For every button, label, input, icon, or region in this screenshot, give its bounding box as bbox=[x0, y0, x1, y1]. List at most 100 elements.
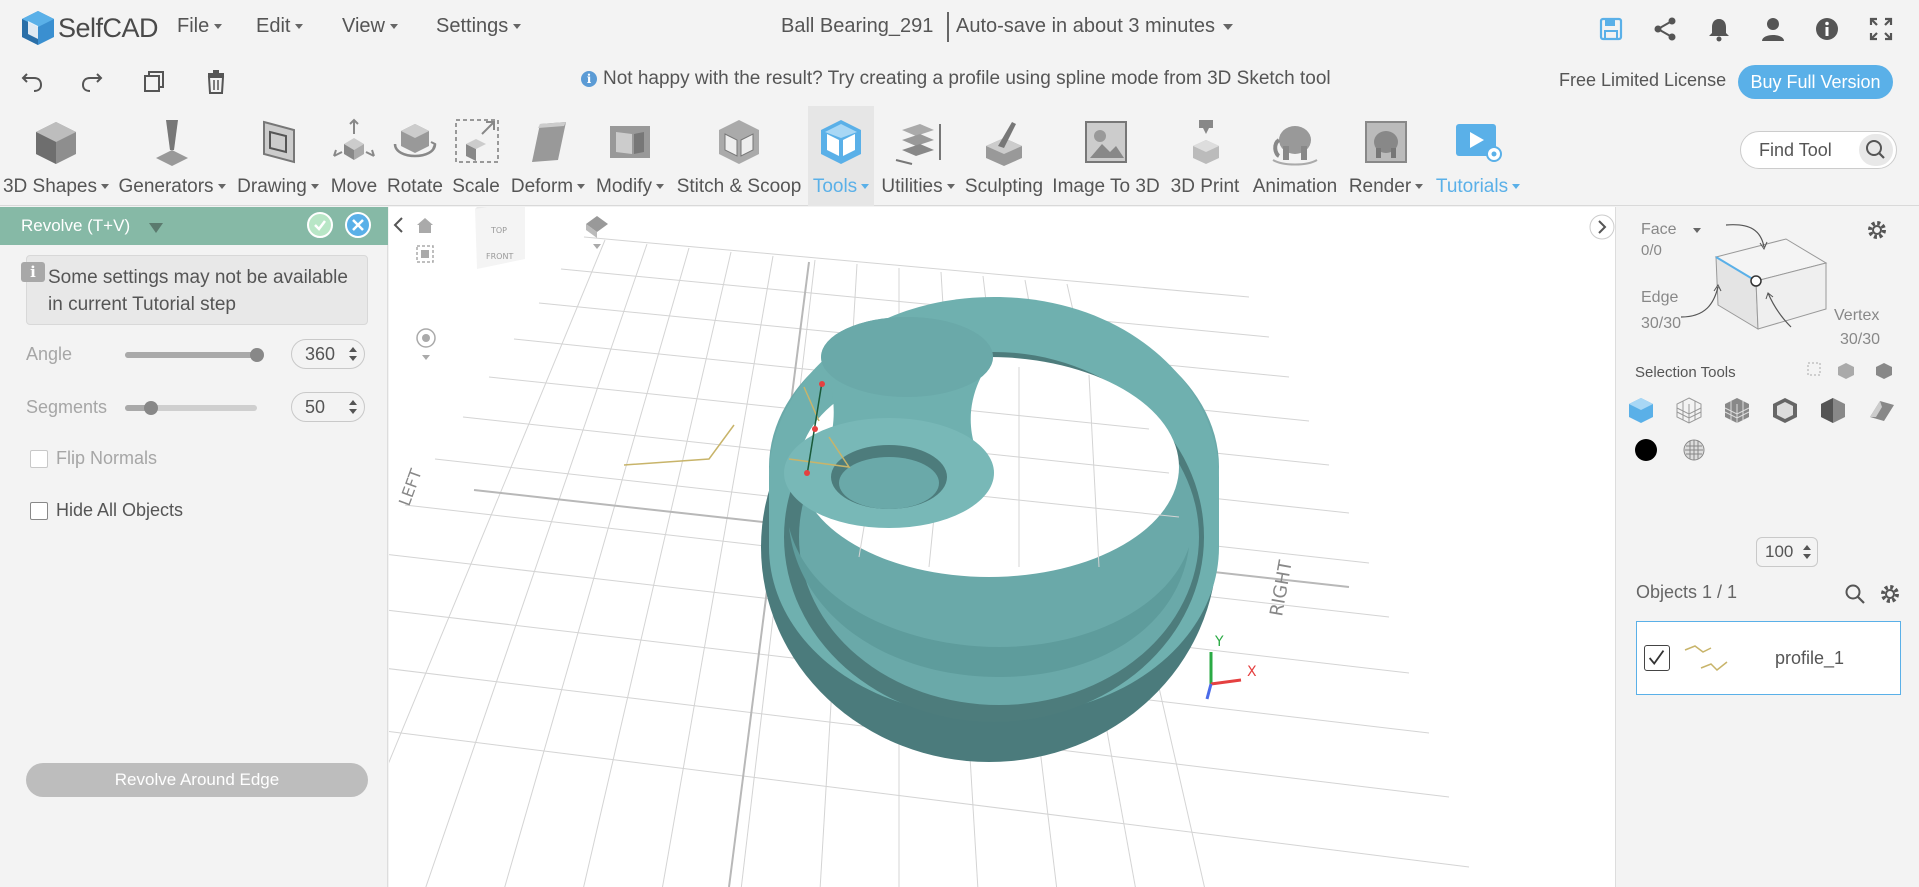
tool-drawing[interactable]: Drawing bbox=[232, 106, 324, 206]
trash-icon[interactable] bbox=[203, 68, 229, 94]
revolve-around-edge-button[interactable]: Revolve Around Edge bbox=[26, 763, 368, 797]
tool-animation[interactable]: Animation bbox=[1246, 106, 1344, 206]
tool-label: 3D Print bbox=[1170, 176, 1240, 197]
gizmo-x-label: X bbox=[1247, 664, 1257, 680]
license-label: Free Limited License bbox=[1559, 70, 1727, 90]
tool-modify[interactable]: Modify bbox=[592, 106, 668, 206]
find-tool-input[interactable] bbox=[1759, 140, 1859, 161]
object-visibility-checkbox[interactable] bbox=[1644, 645, 1670, 671]
gear-icon[interactable] bbox=[1866, 219, 1888, 241]
tool-tools[interactable]: Tools bbox=[808, 106, 874, 206]
collapse-right-panel-icon[interactable] bbox=[1589, 213, 1615, 241]
tool-utilities[interactable]: Utilities bbox=[876, 106, 960, 206]
collapse-left-panel-icon[interactable] bbox=[391, 215, 407, 235]
tool-scale[interactable]: Scale bbox=[448, 106, 504, 206]
undo-icon[interactable] bbox=[19, 68, 45, 94]
save-icon[interactable] bbox=[1598, 16, 1624, 42]
zoom-fit-icon[interactable] bbox=[415, 244, 435, 264]
opacity-spinner[interactable] bbox=[1803, 545, 1811, 559]
face-label[interactable]: Face bbox=[1641, 221, 1677, 239]
fullscreen-icon[interactable] bbox=[1868, 16, 1894, 42]
check-icon bbox=[314, 220, 326, 231]
perspective-icon[interactable] bbox=[582, 212, 612, 252]
tool-image-to-3d[interactable]: Image To 3D bbox=[1048, 106, 1164, 206]
tool-label: Scale bbox=[452, 176, 500, 197]
chevron-down-icon[interactable] bbox=[149, 223, 163, 233]
angle-input[interactable]: 360 bbox=[291, 339, 365, 369]
object-list-item[interactable]: profile_1 bbox=[1636, 621, 1901, 695]
edge-select-icon[interactable] bbox=[1722, 395, 1752, 425]
search-icon[interactable] bbox=[1844, 583, 1866, 605]
hide-all-objects-checkbox[interactable] bbox=[30, 502, 48, 520]
autosave-status[interactable]: Auto-save in about 3 minutes bbox=[956, 15, 1233, 38]
redo-icon[interactable] bbox=[79, 68, 105, 94]
segments-input[interactable]: 50 bbox=[291, 392, 365, 422]
confirm-button[interactable] bbox=[307, 212, 333, 238]
tool-tutorials[interactable]: Tutorials bbox=[1428, 106, 1528, 206]
animation-icon bbox=[1272, 126, 1318, 166]
vertex-select-icon[interactable] bbox=[1770, 395, 1800, 425]
object-name: profile_1 bbox=[1775, 648, 1845, 668]
segments-slider-handle[interactable] bbox=[144, 401, 159, 415]
tool-stitch-scoop[interactable]: Stitch & Scoop bbox=[670, 106, 808, 206]
color-swatch[interactable] bbox=[1633, 437, 1659, 463]
menu-view[interactable]: View bbox=[342, 15, 398, 38]
flip-normals-checkbox[interactable] bbox=[30, 450, 48, 468]
tools-icon bbox=[821, 120, 861, 164]
find-tool-search-button[interactable] bbox=[1859, 134, 1893, 166]
menu-settings[interactable]: Settings bbox=[436, 15, 521, 38]
buy-full-version-button[interactable]: Buy Full Version bbox=[1738, 65, 1893, 99]
vertex-label[interactable]: Vertex bbox=[1834, 307, 1879, 325]
info-icon[interactable] bbox=[1814, 16, 1840, 42]
tool-generators[interactable]: Generators bbox=[114, 106, 230, 206]
tool-move[interactable]: Move bbox=[326, 106, 382, 206]
tool-render[interactable]: Render bbox=[1346, 106, 1426, 206]
texture-icon[interactable] bbox=[1681, 437, 1707, 463]
selection-options[interactable] bbox=[1806, 359, 1906, 379]
opacity-input[interactable]: 100 bbox=[1756, 537, 1818, 567]
angle-slider-handle[interactable] bbox=[250, 348, 264, 362]
viewport-canvas[interactable]: LEFT RIGHT TOP FRONT Y X bbox=[389, 207, 1615, 887]
search-icon bbox=[1866, 140, 1885, 159]
selfcad-logo[interactable]: SelfCAD bbox=[20, 8, 159, 48]
edge-label[interactable]: Edge bbox=[1641, 289, 1678, 307]
menu-file[interactable]: File bbox=[177, 15, 222, 38]
tool-label: 3D Shapes bbox=[3, 176, 109, 197]
user-icon[interactable] bbox=[1760, 16, 1786, 42]
segments-spinner[interactable] bbox=[349, 400, 357, 414]
find-tool-box[interactable] bbox=[1740, 131, 1897, 169]
camera-orbit-icon[interactable] bbox=[415, 327, 437, 363]
angle-spinner[interactable] bbox=[349, 347, 357, 361]
cancel-button[interactable] bbox=[345, 212, 371, 238]
segments-label: Segments bbox=[26, 397, 108, 417]
menu-edit[interactable]: Edit bbox=[256, 15, 303, 38]
selection-mode-diagram[interactable] bbox=[1676, 217, 1846, 357]
plane-select-icon[interactable] bbox=[1866, 395, 1896, 425]
angle-label: Angle bbox=[26, 344, 73, 364]
angle-slider[interactable] bbox=[125, 348, 264, 362]
axis-gizmo: Y X bbox=[1205, 634, 1257, 700]
home-icon[interactable] bbox=[415, 215, 435, 235]
solid-select-icon[interactable] bbox=[1818, 395, 1848, 425]
share-icon[interactable] bbox=[1652, 16, 1678, 42]
tool-3d-shapes[interactable]: 3D Shapes bbox=[0, 106, 112, 206]
tool-deform[interactable]: Deform bbox=[506, 106, 590, 206]
flip-normals-label: Flip Normals bbox=[56, 448, 158, 468]
selection-tools-label: Selection Tools bbox=[1635, 364, 1736, 381]
3d-viewport[interactable]: LEFT RIGHT TOP FRONT Y X bbox=[389, 207, 1615, 887]
objects-settings-icon[interactable] bbox=[1879, 583, 1901, 605]
object-select-icon[interactable] bbox=[1626, 395, 1656, 425]
bell-icon[interactable] bbox=[1706, 16, 1732, 42]
revolve-panel: Revolve (T+V) i Some settings may not be… bbox=[0, 207, 388, 887]
tool-rotate[interactable]: Rotate bbox=[384, 106, 446, 206]
copy-icon[interactable] bbox=[141, 68, 167, 94]
3d-print-icon bbox=[1193, 120, 1219, 164]
document-title[interactable]: Ball Bearing_291 bbox=[781, 15, 933, 38]
tool-sculpting[interactable]: Sculpting bbox=[962, 106, 1046, 206]
tool-3d-print[interactable]: 3D Print bbox=[1166, 106, 1244, 206]
view-cube[interactable]: TOP FRONT bbox=[389, 207, 527, 269]
segments-slider[interactable] bbox=[125, 401, 257, 415]
tutorials-icon bbox=[1456, 124, 1502, 162]
revolved-model[interactable] bbox=[623, 297, 1219, 762]
face-grid-select-icon[interactable] bbox=[1674, 395, 1704, 425]
